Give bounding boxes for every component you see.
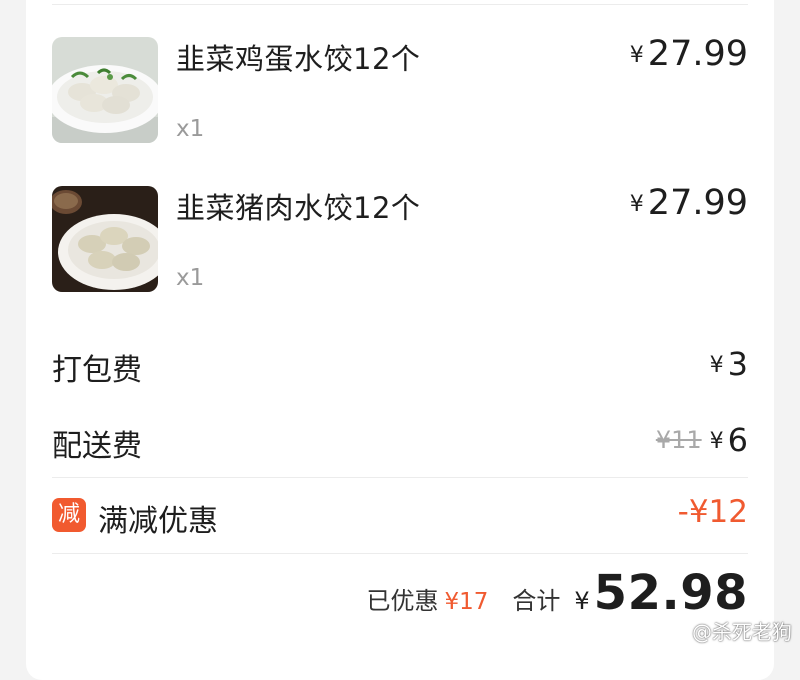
top-divider <box>52 4 748 5</box>
order-summary: 已优惠 ¥17 合计 ¥ 52.98 <box>366 565 748 621</box>
item-quantity: x1 <box>176 116 205 142</box>
divider <box>52 553 748 554</box>
item-name: 韭菜鸡蛋水饺12个 <box>176 42 421 76</box>
watermark: @杀死老狗 <box>692 620 792 644</box>
delivery-fee-value: ¥11 ¥6 <box>656 421 748 459</box>
item-price-value: 27.99 <box>647 183 748 223</box>
currency-symbol: ¥ <box>709 353 724 378</box>
total-value: 52.98 <box>593 565 748 621</box>
item-price: ¥27.99 <box>630 183 748 223</box>
saved-value: ¥17 <box>444 589 489 615</box>
item-price-value: 27.99 <box>647 34 748 74</box>
packing-fee-label: 打包费 <box>52 353 142 388</box>
dumpling-photo-2 <box>52 186 158 292</box>
delivery-fee-original-price: ¥11 <box>655 426 702 454</box>
currency-symbol: ¥ <box>629 192 644 217</box>
item-price: ¥27.99 <box>630 34 748 74</box>
total-label: 合计 <box>512 587 561 615</box>
dumpling-photo-1 <box>52 37 158 143</box>
saved-label: 已优惠 <box>366 587 439 615</box>
packing-fee-amount: 3 <box>727 345 748 383</box>
delivery-fee-amount: 6 <box>727 421 748 459</box>
item-name: 韭菜猪肉水饺12个 <box>176 191 421 225</box>
currency-symbol: ¥ <box>574 587 590 615</box>
currency-symbol: ¥ <box>629 43 644 68</box>
delivery-fee-label: 配送费 <box>52 429 142 464</box>
item-image-egg-leek-dumplings[interactable] <box>52 37 158 143</box>
item-image-pork-leek-dumplings[interactable] <box>52 186 158 292</box>
discount-value: -¥12 <box>677 494 748 530</box>
item-quantity: x1 <box>176 265 205 291</box>
packing-fee-value: ¥3 <box>710 345 748 383</box>
divider <box>52 477 748 478</box>
currency-symbol: ¥ <box>709 429 724 454</box>
discount-label: 满减优惠 <box>98 504 218 539</box>
discount-badge-icon: 减 <box>52 498 86 532</box>
